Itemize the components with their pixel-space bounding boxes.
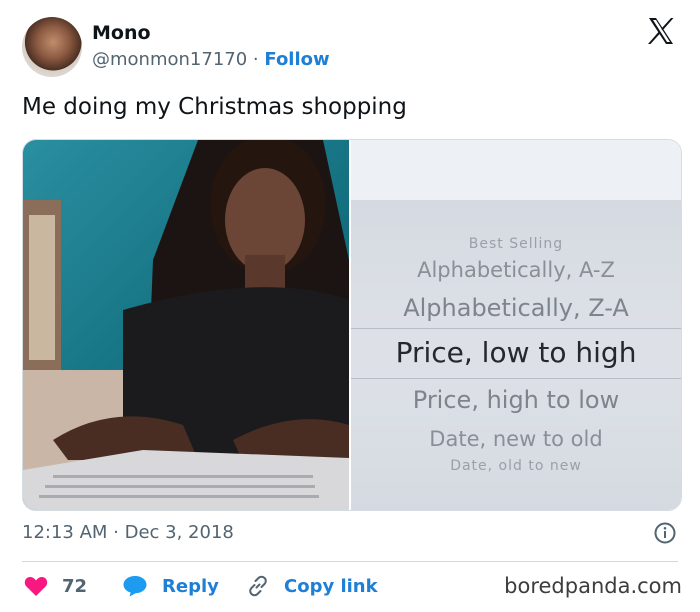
gif-photo [23,140,349,510]
reply-label: Reply [162,575,219,597]
picker-option-date-new-old[interactable]: Date, new to old [351,427,681,451]
copy-link-label: Copy link [284,575,378,597]
copy-link-button[interactable]: Copy link [246,572,378,600]
divider [22,561,678,562]
info-icon[interactable] [654,522,676,544]
tweet-timestamp[interactable]: 12:13 AM · Dec 3, 2018 [22,522,234,543]
picker-option-date-old-new[interactable]: Date, old to new [351,458,681,474]
picker-option-alpha-az[interactable]: Alphabetically, A-Z [351,258,681,282]
watermark: boredpanda.com [504,574,682,598]
picker-header [351,140,681,200]
author-handle[interactable]: @monmon17170 [92,49,247,70]
reply-icon [123,576,147,597]
x-logo-icon[interactable] [646,16,676,46]
sort-picker[interactable]: Best Selling Alphabetically, A-Z Alphabe… [351,200,681,510]
sort-picker-photo: Best Selling Alphabetically, A-Z Alphabe… [351,140,681,510]
author-name[interactable]: Mono [92,22,151,44]
selection-border-top [351,328,681,329]
picker-option-best-selling[interactable]: Best Selling [351,236,681,252]
picker-option-selected[interactable]: Price, low to high [351,336,681,369]
heart-icon [24,576,48,596]
follow-button[interactable]: Follow [264,49,329,70]
avatar[interactable] [22,17,82,77]
picker-option-alpha-za[interactable]: Alphabetically, Z-A [351,294,681,322]
like-count: 72 [62,575,88,597]
picker-option-price-high-low[interactable]: Price, high to low [351,386,681,414]
woman-typing-illustration [23,140,349,510]
link-icon [249,575,267,597]
selection-border-bottom [351,378,681,379]
like-button[interactable]: 72 [24,572,87,600]
tweet-text: Me doing my Christmas shopping [22,94,407,120]
handle-row: @monmon17170 · Follow [92,49,330,70]
reply-button[interactable]: Reply [122,572,219,600]
tweet-media[interactable]: Best Selling Alphabetically, A-Z Alphabe… [22,139,682,511]
separator-dot: · [252,49,259,70]
